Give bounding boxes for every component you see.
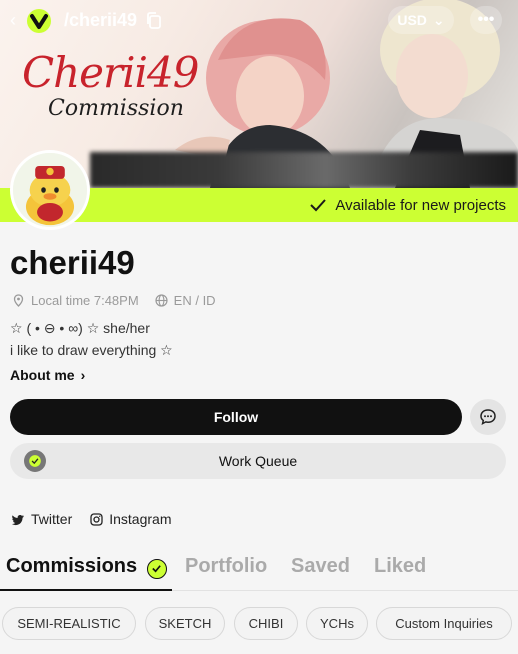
copy-icon[interactable] [146, 12, 162, 30]
message-button[interactable] [470, 399, 506, 435]
profile-handle: /cherii49 [64, 10, 138, 30]
tab-commissions-label: Commissions [6, 555, 138, 577]
back-icon[interactable]: ‹ [4, 10, 22, 30]
filter-chip-ychs[interactable]: YCHs [306, 607, 368, 640]
filter-chip-custom-inquiries[interactable]: Custom Inquiries [376, 607, 512, 640]
instagram-link[interactable]: Instagram [90, 511, 171, 527]
active-tab-indicator [0, 589, 172, 591]
banner-subtitle: Commission [48, 96, 184, 121]
instagram-icon [90, 512, 103, 526]
check-badge-icon [146, 558, 167, 579]
tab-liked[interactable]: Liked [374, 555, 426, 578]
currency-label: USD [397, 12, 427, 28]
chevron-down-icon: ⌄ [432, 11, 445, 28]
profile-meta: Local time 7:48PM EN / ID [12, 293, 216, 308]
bio-line-2: i like to draw everything ☆ [10, 342, 173, 358]
tab-saved[interactable]: Saved [291, 555, 350, 578]
banner-blurred-strip [90, 152, 518, 188]
instagram-label: Instagram [109, 511, 172, 527]
chevron-right-icon: › [80, 367, 86, 383]
twitter-label: Twitter [31, 511, 73, 527]
app-logo-icon[interactable] [24, 6, 54, 34]
avatar[interactable] [10, 150, 90, 230]
tab-commissions[interactable]: Commissions [6, 555, 167, 579]
filter-chip-semi-realistic[interactable]: SEMI-REALISTIC [2, 607, 136, 640]
tab-portfolio[interactable]: Portfolio [185, 555, 267, 578]
availability-label: Available for new projects [335, 196, 506, 214]
profile-name: cherii49 [10, 244, 135, 281]
more-options-icon[interactable]: ••• [470, 6, 502, 34]
avatar-image [13, 153, 87, 227]
banner-title: Cherii49 [22, 48, 199, 97]
filter-chip-chibi[interactable]: CHIBI [234, 607, 298, 640]
twitter-link[interactable]: Twitter [12, 511, 72, 527]
work-queue-icon [24, 450, 46, 472]
globe-icon [155, 294, 168, 307]
chat-bubble-icon [480, 409, 496, 426]
work-queue-label: Work Queue [218, 453, 298, 469]
check-icon [310, 199, 327, 212]
about-me-link[interactable]: About me › [10, 367, 85, 383]
twitter-icon [12, 514, 24, 525]
social-links: Twitter Instagram [12, 511, 171, 527]
languages: EN / ID [173, 293, 216, 308]
filter-chip-sketch[interactable]: SKETCH [145, 607, 225, 640]
work-queue-button[interactable]: Work Queue [10, 443, 506, 479]
follow-button[interactable]: Follow [10, 399, 462, 435]
location-pin-icon [13, 294, 24, 307]
top-bar: ‹ /cherii49 USD ⌄ ••• [0, 0, 518, 42]
bio-line-1: ☆ ( • ⊖ • ∞) ☆ she/her [10, 320, 150, 336]
about-me-label: About me [10, 367, 75, 383]
local-time: Local time 7:48PM [31, 293, 139, 308]
profile-tabs: Commissions Portfolio Saved Liked [0, 545, 518, 591]
currency-selector[interactable]: USD ⌄ [388, 6, 454, 34]
